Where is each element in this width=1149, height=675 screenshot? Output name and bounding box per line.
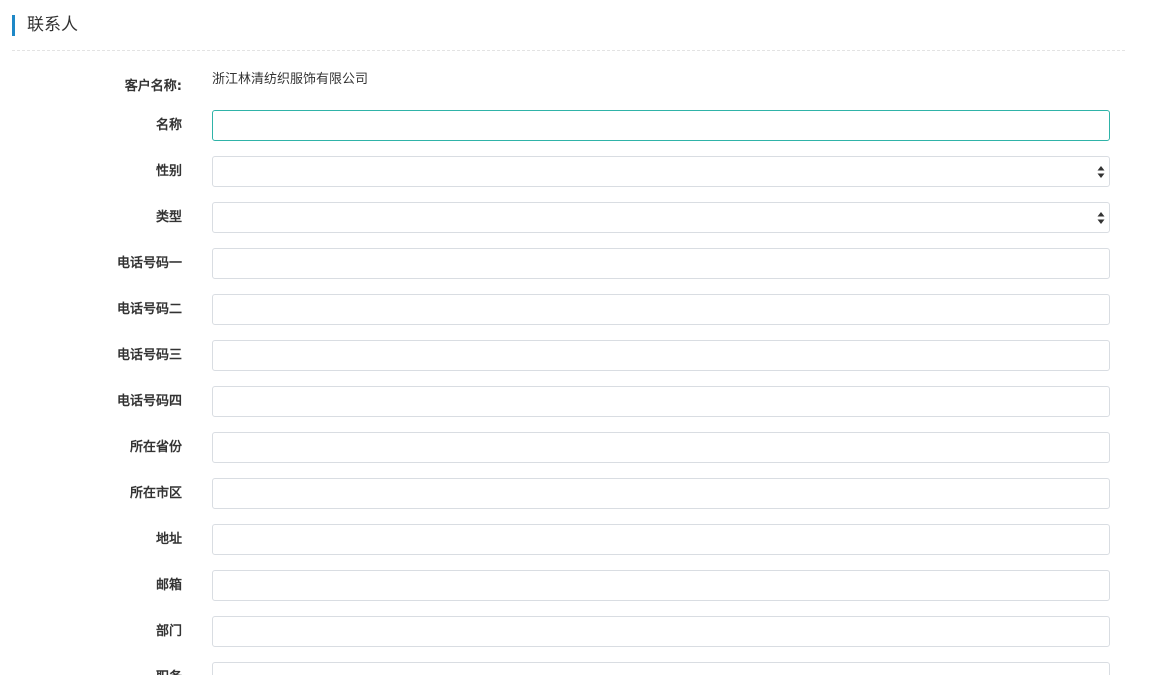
form-row-email: 邮箱 [0,570,1149,601]
form-row-phone-4: 电话号码四 [0,386,1149,417]
form-row-phone-2: 电话号码二 [0,294,1149,325]
select-arrows-icon [1097,166,1105,178]
department-input[interactable] [212,616,1110,647]
name-input[interactable] [212,110,1110,141]
field-label-province: 所在省份 [129,440,182,455]
phone-2-input[interactable] [212,294,1110,325]
contact-form-page: 联系人 客户名称: 浙江林清纺织服饰有限公司 名称 性别 类型 电话号码一 电话… [0,0,1149,675]
field-label-name: 名称 [155,118,182,133]
field-label-position: 职务 [156,662,182,675]
field-label-type: 类型 [155,210,182,225]
type-select[interactable] [212,202,1110,233]
form-row-department: 部门 [0,616,1149,647]
field-label-phone-1: 电话号码一 [116,256,182,271]
form-row-name: 名称 [0,110,1149,141]
section-header: 联系人 [12,12,1125,51]
form-row-city: 所在市区 [0,478,1149,509]
field-label-phone-2: 电话号码二 [116,302,182,317]
email-input[interactable] [212,570,1110,601]
form-row-address: 地址 [0,524,1149,555]
form-row-type: 类型 [0,202,1149,233]
field-label-email: 邮箱 [155,578,182,593]
field-label-phone-4: 电话号码四 [116,394,182,409]
field-label-phone-3: 电话号码三 [116,348,182,363]
field-label-address: 地址 [155,532,182,547]
customer-name-label: 客户名称: [124,79,182,94]
customer-name-row: 客户名称: 浙江林清纺织服饰有限公司 [0,70,1149,101]
province-input[interactable] [212,432,1110,463]
gender-select[interactable] [212,156,1110,187]
select-arrows-icon [1097,212,1105,224]
field-label-department: 部门 [155,624,182,639]
section-accent-bar [12,15,15,36]
section-title: 联系人 [27,15,78,35]
form-row-gender: 性别 [0,156,1149,187]
city-input[interactable] [212,478,1110,509]
field-label-city: 所在市区 [129,486,182,501]
field-label-gender: 性别 [155,164,182,179]
form-row-province: 所在省份 [0,432,1149,463]
position-input[interactable] [212,662,1110,675]
customer-name-value: 浙江林清纺织服饰有限公司 [212,72,369,87]
phone-3-input[interactable] [212,340,1110,371]
form-row-position: 职务 [0,662,1149,675]
address-input[interactable] [212,524,1110,555]
form-row-phone-3: 电话号码三 [0,340,1149,371]
form-row-phone-1: 电话号码一 [0,248,1149,279]
phone-1-input[interactable] [212,248,1110,279]
phone-4-input[interactable] [212,386,1110,417]
